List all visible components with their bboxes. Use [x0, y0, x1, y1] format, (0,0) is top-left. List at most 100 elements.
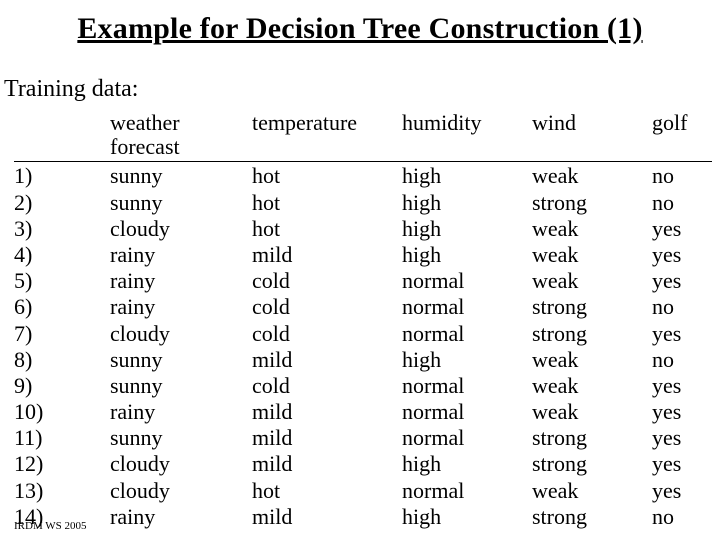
- cell-golf: no: [652, 346, 712, 372]
- cell-humidity: normal: [402, 372, 532, 398]
- cell-golf: no: [652, 503, 712, 529]
- page-title: Example for Decision Tree Construction (…: [0, 0, 720, 46]
- cell-weather: rainy: [110, 267, 252, 293]
- cell-golf: yes: [652, 398, 712, 424]
- cell-temperature: mild: [252, 398, 402, 424]
- table-row: 10)rainymildnormalweakyes: [14, 398, 712, 424]
- cell-golf: yes: [652, 320, 712, 346]
- row-index: 6): [14, 293, 110, 319]
- cell-weather: cloudy: [110, 320, 252, 346]
- cell-golf: no: [652, 189, 712, 215]
- row-index: 5): [14, 267, 110, 293]
- cell-golf: yes: [652, 215, 712, 241]
- cell-weather: sunny: [110, 162, 252, 188]
- cell-wind: strong: [532, 293, 652, 319]
- table-row: 14)rainymildhighstrongno: [14, 503, 712, 529]
- cell-golf: yes: [652, 477, 712, 503]
- col-humidity-header: humidity: [402, 111, 532, 162]
- table-body: 1)sunnyhothighweakno2)sunnyhothighstrong…: [14, 162, 712, 529]
- col-wind-header: wind: [532, 111, 652, 162]
- cell-wind: weak: [532, 215, 652, 241]
- cell-temperature: cold: [252, 372, 402, 398]
- cell-golf: no: [652, 293, 712, 319]
- cell-humidity: high: [402, 503, 532, 529]
- cell-wind: strong: [532, 450, 652, 476]
- cell-weather: sunny: [110, 346, 252, 372]
- cell-golf: no: [652, 162, 712, 188]
- cell-golf: yes: [652, 424, 712, 450]
- row-index: 1): [14, 162, 110, 188]
- cell-humidity: normal: [402, 477, 532, 503]
- table-row: 7)cloudycoldnormalstrongyes: [14, 320, 712, 346]
- cell-wind: strong: [532, 320, 652, 346]
- col-golf-header: golf: [652, 111, 712, 162]
- cell-wind: weak: [532, 346, 652, 372]
- cell-weather: sunny: [110, 372, 252, 398]
- cell-humidity: normal: [402, 424, 532, 450]
- cell-humidity: high: [402, 241, 532, 267]
- row-index: 10): [14, 398, 110, 424]
- subtitle: Training data:: [0, 46, 720, 111]
- table-row: 12)cloudymildhighstrongyes: [14, 450, 712, 476]
- table-row: 11)sunnymildnormalstrongyes: [14, 424, 712, 450]
- cell-humidity: high: [402, 162, 532, 188]
- cell-weather: cloudy: [110, 215, 252, 241]
- cell-wind: weak: [532, 398, 652, 424]
- cell-golf: yes: [652, 267, 712, 293]
- table-row: 13)cloudyhotnormalweakyes: [14, 477, 712, 503]
- cell-weather: sunny: [110, 424, 252, 450]
- cell-temperature: hot: [252, 189, 402, 215]
- row-index: 2): [14, 189, 110, 215]
- cell-wind: weak: [532, 267, 652, 293]
- col-temperature-header: temperature: [252, 111, 402, 162]
- cell-golf: yes: [652, 241, 712, 267]
- cell-weather: cloudy: [110, 477, 252, 503]
- col-weather-header: weather forecast: [110, 111, 252, 162]
- cell-wind: weak: [532, 162, 652, 188]
- cell-humidity: normal: [402, 267, 532, 293]
- table-row: 4)rainymildhighweakyes: [14, 241, 712, 267]
- training-table-wrap: weather forecast temperature humidity wi…: [0, 111, 720, 529]
- table-row: 1)sunnyhothighweakno: [14, 162, 712, 188]
- cell-temperature: mild: [252, 241, 402, 267]
- cell-humidity: high: [402, 189, 532, 215]
- cell-humidity: high: [402, 346, 532, 372]
- table-row: 3)cloudyhothighweakyes: [14, 215, 712, 241]
- cell-temperature: hot: [252, 162, 402, 188]
- cell-temperature: cold: [252, 320, 402, 346]
- cell-temperature: mild: [252, 503, 402, 529]
- cell-wind: strong: [532, 424, 652, 450]
- col-index-header: [14, 111, 110, 162]
- row-index: 8): [14, 346, 110, 372]
- cell-weather: rainy: [110, 503, 252, 529]
- table-row: 8)sunnymildhighweakno: [14, 346, 712, 372]
- cell-weather: sunny: [110, 189, 252, 215]
- cell-weather: rainy: [110, 398, 252, 424]
- footer-text: IRDM WS 2005: [14, 520, 87, 532]
- cell-temperature: mild: [252, 450, 402, 476]
- cell-golf: yes: [652, 372, 712, 398]
- cell-temperature: cold: [252, 293, 402, 319]
- cell-wind: strong: [532, 189, 652, 215]
- cell-temperature: hot: [252, 215, 402, 241]
- cell-temperature: mild: [252, 346, 402, 372]
- cell-humidity: normal: [402, 293, 532, 319]
- row-index: 3): [14, 215, 110, 241]
- row-index: 7): [14, 320, 110, 346]
- row-index: 4): [14, 241, 110, 267]
- cell-humidity: high: [402, 215, 532, 241]
- row-index: 13): [14, 477, 110, 503]
- cell-wind: weak: [532, 477, 652, 503]
- cell-humidity: normal: [402, 320, 532, 346]
- cell-wind: weak: [532, 241, 652, 267]
- table-row: 9)sunnycoldnormalweakyes: [14, 372, 712, 398]
- table-row: 5)rainycoldnormalweakyes: [14, 267, 712, 293]
- row-index: 9): [14, 372, 110, 398]
- slide: Example for Decision Tree Construction (…: [0, 0, 720, 540]
- cell-weather: rainy: [110, 293, 252, 319]
- cell-wind: weak: [532, 372, 652, 398]
- cell-weather: cloudy: [110, 450, 252, 476]
- cell-humidity: normal: [402, 398, 532, 424]
- cell-golf: yes: [652, 450, 712, 476]
- table-row: 6)rainycoldnormalstrongno: [14, 293, 712, 319]
